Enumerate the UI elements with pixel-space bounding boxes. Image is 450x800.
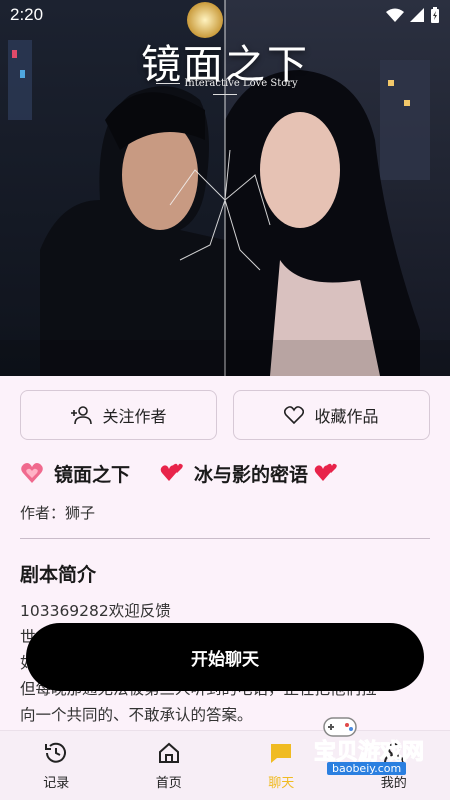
nav-label-home: 首页 xyxy=(155,776,182,791)
follow-author-button[interactable]: 关注作者 xyxy=(20,390,217,440)
two-hearts-icon xyxy=(314,463,337,481)
author-name[interactable]: 狮子 xyxy=(65,504,95,522)
two-hearts-icon xyxy=(160,463,183,481)
author-row: 作者：狮子 xyxy=(20,502,95,523)
home-icon xyxy=(158,742,179,763)
start-chat-label: 开始聊天 xyxy=(191,649,259,670)
watermark-url: baobeiy.com xyxy=(327,762,407,775)
nav-item-home[interactable]: 首页 xyxy=(113,731,226,800)
divider xyxy=(20,538,430,539)
status-icons xyxy=(386,7,440,23)
nav-label-chat: 聊天 xyxy=(268,776,295,791)
watermark-logo: 宝贝游戏网 baobeiy.com xyxy=(300,710,430,782)
heart-outline-icon xyxy=(284,406,305,424)
action-row: 关注作者 收藏作品 xyxy=(20,390,430,440)
story-title: 镜面之下 xyxy=(54,463,131,486)
favorite-story-label: 收藏作品 xyxy=(314,407,379,426)
cover-subtitle: Interactive Love Story xyxy=(140,78,310,100)
history-icon xyxy=(45,742,67,763)
nav-label-history: 记录 xyxy=(43,776,70,791)
story-subtitle: 冰与影的密语 xyxy=(194,463,309,486)
synopsis-line: 103369282欢迎反馈 xyxy=(20,602,171,620)
status-time: 2:20 xyxy=(10,5,44,24)
story-title-row: 镜面之下 冰与影的密语 xyxy=(20,456,430,490)
author-label: 作者： xyxy=(20,504,66,522)
wifi-icon xyxy=(386,8,404,22)
follow-author-label: 关注作者 xyxy=(102,407,167,426)
sparkling-heart-icon xyxy=(21,463,43,483)
add-user-icon xyxy=(71,406,93,425)
status-bar: 2:20 xyxy=(0,0,450,30)
favorite-story-button[interactable]: 收藏作品 xyxy=(233,390,430,440)
signal-icon xyxy=(410,8,424,22)
start-chat-button[interactable]: 开始聊天 xyxy=(26,623,424,691)
synopsis-heading: 剧本简介 xyxy=(20,564,97,586)
battery-icon xyxy=(431,7,439,23)
chat-icon xyxy=(271,744,292,763)
nav-item-history[interactable]: 记录 xyxy=(0,731,113,800)
